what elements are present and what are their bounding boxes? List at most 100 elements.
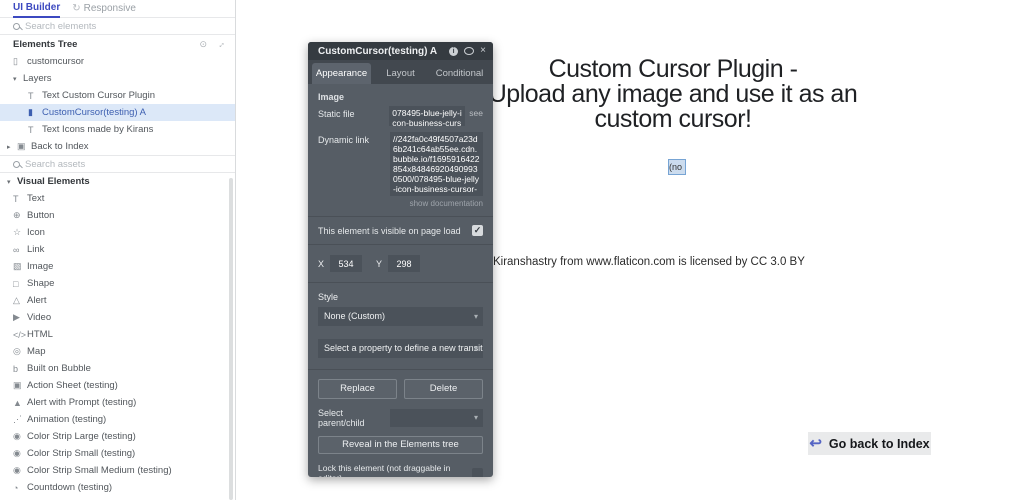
search-icon [13, 22, 20, 30]
selected-image-element[interactable]: (no image) [668, 159, 686, 175]
parent-child-dropdown[interactable]: ▾ [390, 409, 483, 427]
asset-item-html[interactable]: </> HTML [0, 326, 235, 343]
close-icon[interactable]: × [480, 46, 486, 56]
link-icon: ∞ [13, 244, 20, 255]
tree-item-layers[interactable]: ▾ Layers [0, 70, 235, 87]
asset-item-image[interactable]: ▧ Image [0, 258, 235, 275]
x-coordinate-input[interactable] [330, 255, 363, 272]
asset-item-color-strip-small-testing[interactable]: ◉ Color Strip Small (testing) [0, 445, 235, 462]
tab-appearance[interactable]: Appearance [312, 63, 371, 84]
tree-item-back-to-index[interactable]: ▸ ▣ Back to Index [0, 138, 235, 155]
chevron-down-icon: ▾ [473, 413, 478, 422]
elements-tree-title: Elements Tree [13, 38, 78, 50]
asset-item-text[interactable]: T Text [0, 190, 235, 207]
tab-layout[interactable]: Layout [371, 63, 430, 84]
lock-element-label: Lock this element (not draggable in edit… [318, 463, 451, 477]
star-icon: ☆ [13, 227, 22, 237]
static-file-value[interactable]: 078495-blue-jelly-icon-business-cursor-1… [389, 106, 466, 126]
y-label: Y [376, 258, 383, 269]
image-icon: ▧ [13, 261, 22, 271]
lock-element-checkbox[interactable] [472, 467, 483, 477]
color-strip-icon: ◉ [13, 448, 21, 458]
select-parent-child-label: Select parent/child [318, 408, 365, 428]
panel-titlebar[interactable]: CustomCursor(testing) A i × [308, 42, 493, 60]
color-strip-icon: ◉ [13, 465, 21, 475]
color-strip-icon: ◉ [13, 431, 21, 441]
dynamic-link-value[interactable]: //242fa0c49f4507a23d6b241c64ab55ee.cdn.b… [390, 132, 483, 196]
asset-item-video[interactable]: ▶ Video [0, 309, 235, 326]
delete-button[interactable]: Delete [404, 379, 483, 399]
tab-responsive-label: Responsive [83, 3, 136, 14]
eye-icon[interactable]: ⊙ [199, 39, 207, 50]
asset-item-color-strip-large-testing[interactable]: ◉ Color Strip Large (testing) [0, 428, 235, 445]
tree-item-customcursor-testing-a[interactable]: ▮ CustomCursor(testing) A [0, 104, 235, 121]
info-icon[interactable]: i [449, 46, 459, 56]
tree-item-text-custom-cursor-plugin[interactable]: T Text Custom Cursor Plugin [0, 87, 235, 104]
visual-elements-list: ▾ Visual Elements T Text ⊕ Button ☆ Icon… [0, 173, 235, 496]
go-back-label: Go back to Index [828, 436, 930, 451]
asset-item-link[interactable]: ∞ Link [0, 241, 235, 258]
back-arrow-icon: ↩ [809, 435, 822, 452]
bubble-editor: UI Builder ↻ Responsive Elements Tree ⊙ … [0, 0, 1024, 500]
html-icon: </> [13, 329, 27, 340]
plugin-element-icon: ▮ [28, 107, 33, 117]
caret-icon: ▾ [13, 75, 17, 83]
replace-button[interactable]: Replace [318, 379, 397, 399]
asset-item-animation-testing[interactable]: ⋰ Animation (testing) [0, 411, 235, 428]
panel-title: CustomCursor(testing) A [318, 45, 438, 57]
tab-conditional[interactable]: Conditional [430, 63, 489, 84]
asset-item-shape[interactable]: □ Shape [0, 275, 235, 292]
asset-item-built-on-bubble[interactable]: b Built on Bubble [0, 360, 235, 377]
comment-icon[interactable] [464, 47, 475, 55]
transition-dropdown[interactable]: Select a property to define a new transi… [318, 339, 483, 358]
asset-item-button[interactable]: ⊕ Button [0, 207, 235, 224]
sidebar-tabbar: UI Builder ↻ Responsive [0, 0, 235, 18]
elements-tree: ▯ customcursor ▾ Layers T Text Custom Cu… [0, 53, 235, 155]
show-documentation-link[interactable]: show documentation [318, 199, 483, 208]
asset-item-map[interactable]: ◎ Map [0, 343, 235, 360]
video-icon: ▶ [13, 312, 20, 322]
search-assets-input[interactable] [25, 158, 195, 170]
see-link[interactable]: see [469, 106, 483, 118]
style-label: Style [318, 292, 339, 302]
sidebar-scrollbar[interactable] [229, 178, 233, 500]
tree-item-text-icons-made-by-kirans[interactable]: T Text Icons made by Kirans [0, 121, 235, 138]
text-icon: T [13, 193, 19, 204]
expand-icon[interactable]: ↔ [214, 37, 227, 50]
asset-item-action-sheet-testing[interactable]: ▣ Action Sheet (testing) [0, 377, 235, 394]
x-label: X [318, 258, 325, 269]
search-elements-row [0, 18, 235, 35]
animation-icon: ⋰ [13, 414, 22, 424]
tree-item-customcursor[interactable]: ▯ customcursor [0, 53, 235, 70]
countdown-icon: ◔ [13, 482, 19, 493]
y-coordinate-input[interactable] [388, 255, 421, 272]
action-sheet-icon: ▣ [13, 380, 22, 390]
asset-item-alert-with-prompt-testing[interactable]: ▲ Alert with Prompt (testing) [0, 394, 235, 411]
search-icon [13, 160, 20, 168]
text-element-icon: T [28, 90, 34, 101]
reveal-in-tree-button[interactable]: Reveal in the Elements tree [318, 436, 483, 454]
asset-item-color-strip-small-medium-testing[interactable]: ◉ Color Strip Small Medium (testing) [0, 462, 235, 479]
property-editor-panel: CustomCursor(testing) A i × Appearance L… [308, 42, 493, 477]
responsive-icon: ↻ [72, 3, 81, 14]
bubble-icon: b [13, 363, 19, 374]
text-element-icon: T [28, 124, 34, 135]
style-dropdown[interactable]: None (Custom) ▾ [318, 307, 483, 326]
panel-tabbar: Appearance Layout Conditional [308, 60, 493, 84]
panel-body: Image Static file 078495-blue-jelly-icon… [308, 84, 493, 477]
static-file-label: Static file [318, 109, 355, 119]
sidebar: UI Builder ↻ Responsive Elements Tree ⊙ … [0, 0, 236, 500]
image-section-label: Image [318, 92, 345, 102]
alert-icon: △ [13, 295, 20, 305]
asset-item-icon[interactable]: ☆ Icon [0, 224, 235, 241]
asset-item-alert[interactable]: △ Alert [0, 292, 235, 309]
visible-on-load-checkbox[interactable]: ✓ [472, 225, 483, 236]
search-elements-input[interactable] [25, 20, 195, 32]
asset-item-countdown-testing[interactable]: ◔ Countdown (testing) [0, 479, 235, 496]
tab-ui-builder[interactable]: UI Builder [13, 0, 61, 18]
caret-icon: ▸ [7, 143, 11, 151]
tab-responsive[interactable]: ↻ Responsive [72, 3, 136, 14]
asset-item-visual-elements[interactable]: ▾ Visual Elements [0, 173, 235, 190]
go-back-to-index-button[interactable]: ↩ Go back to Index [808, 432, 931, 455]
dynamic-link-label: Dynamic link [318, 135, 370, 145]
